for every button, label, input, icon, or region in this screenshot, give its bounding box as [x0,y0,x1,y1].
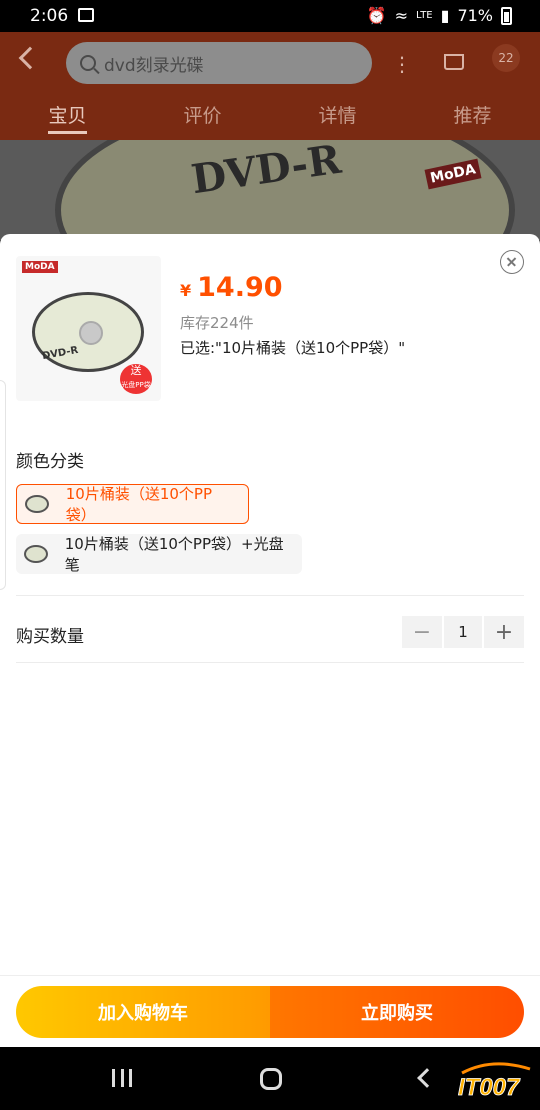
background-header: dvd刻录光碟 ⋮ 22 宝贝 评价 详情 推荐 [0,32,540,140]
background-page: dvd刻录光碟 ⋮ 22 宝贝 评价 详情 推荐 DVD-R MoDA [0,0,540,240]
status-indicators: ⏰ ≈ LTE ▮ 71% [367,6,512,25]
product-image-background: DVD-R MoDA [0,140,540,240]
sku-sheet: MoDA DVD-R 送光盘PP袋 ¥ 14.90 库存224件 已选:"10片… [0,234,540,1047]
divider [16,595,524,596]
battery-icon [501,6,512,25]
status-bar: 2:06 ⏰ ≈ LTE ▮ 71% [0,0,540,32]
home-icon[interactable] [260,1068,282,1090]
status-time: 2:06 [30,6,69,26]
divider [16,662,524,663]
quantity-label: 购买数量 [16,627,84,647]
disc-pen-thumb-icon [22,540,49,568]
sku-option-label: 10片桶装（送10个PP袋）+光盘笔 [64,535,284,574]
recents-icon[interactable] [112,1069,132,1087]
increment-button[interactable]: + [484,616,524,648]
tab-pingjia[interactable]: 评价 [135,94,270,140]
side-panel-handle[interactable] [0,380,6,590]
gallery-icon [78,8,94,22]
stock-count: 库存224件 [180,314,254,332]
add-to-cart-button[interactable]: 加入购物车 [16,986,270,1038]
disc-label-graphic: DVD-R [188,140,344,204]
gift-badge-icon: 送光盘PP袋 [120,364,152,394]
system-nav-bar: IT007 [0,1047,540,1110]
product-tabs: 宝贝 评价 详情 推荐 [0,94,540,140]
battery-percent: 71% [457,6,493,25]
wifi-icon: ≈ [394,6,408,25]
share-icon[interactable]: ⋮ [392,52,412,76]
disc-image: DVD-R MoDA [55,140,515,240]
sku-option-10-pack-pen[interactable]: 10片桶装（送10个PP袋）+光盘笔 [16,534,302,574]
price: ¥ 14.90 [180,272,283,303]
buy-now-button[interactable]: 立即购买 [270,986,524,1038]
svg-text:IT007: IT007 [458,1074,521,1101]
disc-thumb-icon [23,490,50,518]
back-icon[interactable] [18,46,42,70]
price-value: 14.90 [197,272,283,303]
watermark-logo: IT007 [458,1062,531,1101]
color-section-title: 颜色分类 [16,452,84,472]
cart-badge: 22 [492,44,520,72]
network-type: LTE [416,10,433,21]
footer-divider [0,975,540,976]
alarm-icon: ⏰ [366,6,387,25]
search-icon [80,55,96,71]
close-icon[interactable] [500,250,524,274]
search-bar[interactable]: dvd刻录光碟 [66,42,372,84]
selected-sku-text: 已选:"10片桶装（送10个PP袋）" [180,339,406,357]
product-thumbnail[interactable]: MoDA DVD-R 送光盘PP袋 [16,256,161,401]
back-icon[interactable] [417,1068,437,1088]
quantity-value[interactable]: 1 [444,616,482,648]
tab-xiangqing[interactable]: 详情 [270,94,405,140]
tab-tuijian[interactable]: 推荐 [405,94,540,140]
sku-option-label: 10片桶装（送10个PP袋） [65,485,212,524]
search-text: dvd刻录光碟 [104,55,204,76]
tab-baobei[interactable]: 宝贝 [0,94,135,140]
currency-symbol: ¥ [180,281,192,300]
quantity-stepper: − 1 + [402,616,524,648]
sku-option-10-pack[interactable]: 10片桶装（送10个PP袋） [16,484,249,524]
brand-logo: MoDA [424,158,482,190]
brand-logo: MoDA [22,261,58,273]
decrement-button[interactable]: − [402,616,442,648]
cart-icon[interactable] [444,54,464,70]
signal-icon: ▮ [440,6,450,25]
